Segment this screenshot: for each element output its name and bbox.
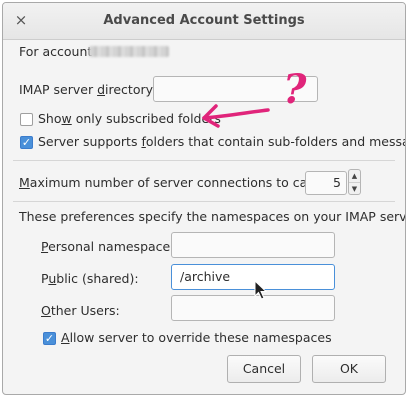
other-users-label: Other Users: [41, 303, 120, 318]
subfolders-label[interactable]: Server supports folders that contain sub… [38, 134, 405, 149]
cancel-button[interactable]: Cancel [227, 355, 301, 383]
personal-namespace-label: Personal namespace: [41, 239, 175, 254]
account-label: For account [19, 44, 93, 59]
imap-directory-input[interactable] [153, 76, 318, 102]
dialog-title: Advanced Account Settings [103, 13, 305, 28]
other-users-input[interactable] [171, 295, 335, 321]
max-connections-input[interactable]: 5 [305, 171, 347, 195]
subfolders-checkbox[interactable]: ✓ [20, 136, 33, 149]
advanced-account-settings-dialog: × Advanced Account Settings For account … [2, 2, 406, 395]
imap-directory-label: IMAP server directory: [19, 82, 157, 97]
allow-override-checkbox[interactable]: ✓ [43, 332, 56, 345]
title-bar: × Advanced Account Settings [3, 3, 405, 40]
separator [13, 160, 395, 161]
spin-down-icon[interactable]: ▼ [349, 182, 360, 195]
personal-namespace-input[interactable] [171, 232, 335, 258]
show-subscribed-label[interactable]: Show only subscribed folders [38, 111, 221, 126]
public-namespace-input[interactable]: /archive [171, 264, 335, 290]
separator [13, 201, 395, 202]
max-connections-spinner: ▲ ▼ [348, 169, 361, 195]
allow-override-label[interactable]: Allow server to override these namespace… [61, 330, 332, 345]
namespaces-heading: These preferences specify the namespaces… [19, 209, 406, 224]
max-connections-label: Maximum number of server connections to … [19, 175, 330, 190]
show-subscribed-checkbox[interactable] [20, 113, 33, 126]
ok-button[interactable]: OK [312, 355, 386, 383]
account-name-blurred [89, 46, 169, 57]
spin-up-icon[interactable]: ▲ [349, 170, 360, 182]
public-namespace-label: Public (shared): [41, 271, 139, 286]
